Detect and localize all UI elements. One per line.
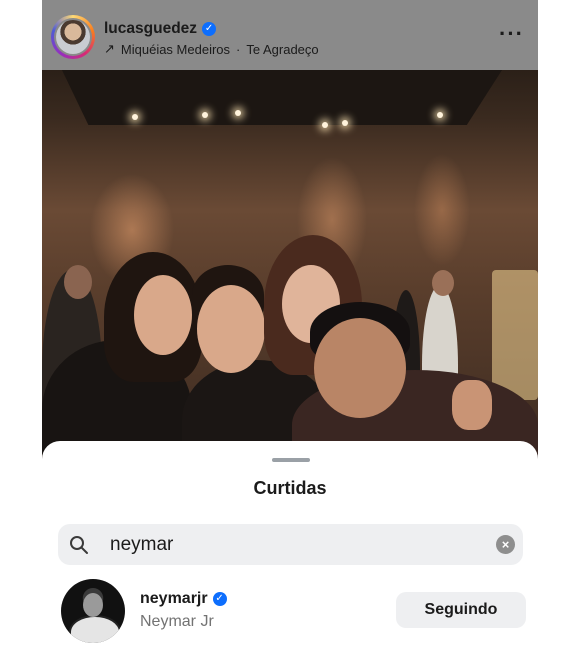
- face: [134, 275, 192, 355]
- clear-icon[interactable]: ×: [496, 535, 515, 554]
- phone-screen: lucasguedez ✓ ↗ Miquéias Medeiros · Te A…: [42, 0, 538, 645]
- search-input[interactable]: neymar ×: [58, 524, 523, 565]
- user-name-row: neymarjr ✓: [140, 590, 227, 608]
- search-icon: [70, 536, 88, 554]
- music-separator: ·: [236, 41, 241, 57]
- list-item[interactable]: neymarjr ✓ Neymar Jr Seguindo: [42, 579, 538, 645]
- post-header: lucasguedez ✓ ↗ Miquéias Medeiros · Te A…: [42, 0, 538, 70]
- search-value: neymar: [110, 534, 174, 555]
- post-photo[interactable]: [42, 70, 538, 480]
- ceiling-lamp: [437, 112, 443, 118]
- ceiling-lamp: [342, 120, 348, 126]
- avatar-inner: [54, 18, 92, 56]
- sheet-title: Curtidas: [253, 478, 327, 498]
- result-username[interactable]: neymarjr: [140, 590, 208, 608]
- ceiling: [62, 70, 502, 125]
- story-ring[interactable]: [51, 15, 95, 59]
- ceiling-lamp: [235, 110, 241, 116]
- avatar[interactable]: [61, 579, 125, 643]
- verified-badge-icon: ✓: [212, 592, 227, 606]
- hand: [452, 380, 492, 430]
- face: [314, 318, 406, 418]
- verified-badge-icon: ✓: [202, 22, 217, 36]
- ceiling-lamp: [322, 122, 328, 128]
- face: [197, 285, 265, 373]
- following-button[interactable]: Seguindo: [396, 592, 526, 628]
- post-username[interactable]: lucasguedez: [104, 20, 197, 38]
- ceiling-lamp: [132, 114, 138, 120]
- music-info[interactable]: ↗ Miquéias Medeiros · Te Agradeço: [104, 41, 319, 57]
- arrow-up-right-icon: ↗: [104, 41, 115, 56]
- music-artist: Miquéias Medeiros: [120, 41, 231, 57]
- result-full-name: Neymar Jr: [140, 613, 214, 630]
- more-options-icon[interactable]: ···: [499, 23, 524, 45]
- avatar-head: [83, 593, 103, 617]
- ceiling-lamp: [202, 112, 208, 118]
- avatar: [56, 20, 90, 54]
- sheet-grabber[interactable]: [272, 458, 310, 462]
- music-title: Te Agradeço: [246, 41, 319, 57]
- background-face: [432, 270, 454, 296]
- avatar-shirt: [69, 615, 121, 643]
- likes-sheet: Curtidas neymar × neymarjr ✓ Neymar Jr S…: [42, 441, 538, 645]
- background-window: [492, 270, 538, 400]
- background-face: [64, 265, 92, 299]
- username-row: lucasguedez ✓: [104, 20, 217, 38]
